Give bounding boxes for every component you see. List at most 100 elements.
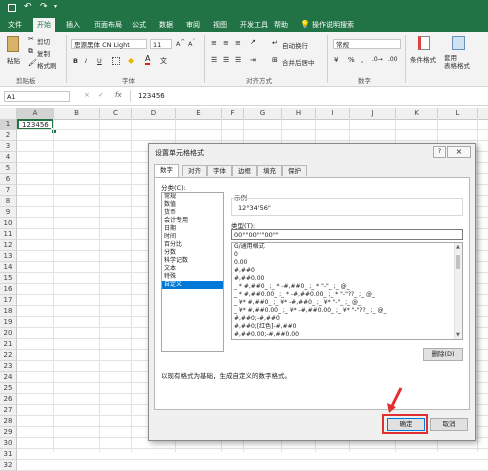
row-header-22[interactable]: 22 — [0, 350, 17, 361]
shrink-font-icon[interactable]: Aˇ — [188, 39, 195, 48]
currency-icon[interactable]: ¥ — [334, 56, 338, 64]
column-header-f[interactable]: F — [222, 108, 244, 119]
row-header-26[interactable]: 26 — [0, 394, 17, 405]
format-painter-button[interactable]: 格式刷 — [37, 60, 57, 70]
row-header-16[interactable]: 16 — [0, 284, 17, 295]
row-header-18[interactable]: 18 — [0, 306, 17, 317]
underline-button[interactable]: U — [97, 57, 102, 65]
delete-button[interactable]: 删除(D) — [423, 348, 463, 361]
column-header-e[interactable]: E — [176, 108, 222, 119]
redo-icon[interactable]: ↷ — [40, 2, 48, 12]
row-header-2[interactable]: 2 — [0, 130, 17, 141]
borders-icon[interactable] — [112, 57, 120, 65]
percent-icon[interactable]: % — [348, 56, 355, 64]
conditional-format-button[interactable]: 条件格式 — [410, 54, 436, 64]
format-item[interactable]: _ * #,##0.00_ ;_ * -#,##0.00_ ;_ * "-"??… — [232, 291, 462, 299]
category-item[interactable]: 百分比 — [162, 241, 223, 249]
row-header-30[interactable]: 30 — [0, 438, 17, 449]
tab-view[interactable]: 视图 — [209, 18, 231, 32]
row-header-5[interactable]: 5 — [0, 163, 17, 174]
close-button[interactable]: × — [447, 146, 471, 158]
row-header-31[interactable]: 31 — [0, 449, 17, 460]
column-header-k[interactable]: K — [396, 108, 438, 119]
customize-quick-access-icon[interactable]: ▾ — [54, 3, 57, 10]
name-box[interactable]: A1 — [4, 91, 70, 102]
undo-icon[interactable]: ↶ — [24, 2, 32, 12]
align-middle-icon[interactable]: ≡ — [223, 39, 229, 47]
tab-formulas[interactable]: 公式 — [128, 18, 150, 32]
grow-font-icon[interactable]: A^ — [176, 39, 185, 48]
tab-font[interactable]: 字体 — [207, 165, 232, 176]
row-header-23[interactable]: 23 — [0, 361, 17, 372]
scroll-thumb[interactable] — [456, 255, 460, 269]
category-item[interactable]: 特殊 — [162, 273, 223, 281]
tab-file[interactable]: 文件 — [4, 18, 26, 32]
tab-home[interactable]: 开始 — [33, 18, 55, 32]
help-button[interactable]: ? — [433, 146, 446, 158]
phonetic-icon[interactable]: 文 — [160, 56, 167, 66]
align-right-icon[interactable]: ☰ — [235, 56, 241, 64]
tab-fill[interactable]: 填充 — [257, 165, 282, 176]
insert-function-icon[interactable]: fx — [115, 91, 122, 99]
paste-button[interactable]: 粘贴 — [7, 55, 20, 65]
category-item[interactable]: 常规 — [162, 193, 223, 201]
format-as-table-button[interactable]: 套用 表格格式 — [444, 54, 470, 70]
row-header-3[interactable]: 3 — [0, 141, 17, 152]
scroll-up-icon[interactable]: ▲ — [456, 244, 460, 250]
tab-review[interactable]: 审阅 — [182, 18, 204, 32]
category-item[interactable]: 文本 — [162, 265, 223, 273]
italic-button[interactable]: I — [85, 57, 87, 65]
row-header-28[interactable]: 28 — [0, 416, 17, 427]
tab-developer[interactable]: 开发工具 — [236, 18, 272, 32]
row-header-27[interactable]: 27 — [0, 405, 17, 416]
paste-icon[interactable] — [7, 36, 19, 52]
type-input[interactable]: 00°"00"'"00"" — [231, 229, 463, 240]
format-item[interactable]: 0 — [232, 251, 462, 259]
row-header-25[interactable]: 25 — [0, 383, 17, 394]
cut-button[interactable]: 剪切 — [37, 36, 50, 46]
column-header-i[interactable]: I — [316, 108, 350, 119]
row-header-7[interactable]: 7 — [0, 185, 17, 196]
row-header-29[interactable]: 29 — [0, 427, 17, 438]
tab-insert[interactable]: 插入 — [62, 18, 84, 32]
row-header-9[interactable]: 9 — [0, 207, 17, 218]
category-item[interactable]: 日期 — [162, 225, 223, 233]
row-header-13[interactable]: 13 — [0, 251, 17, 262]
column-header-d[interactable]: D — [132, 108, 176, 119]
tell-me-search[interactable]: 操作说明搜索 — [308, 18, 358, 32]
align-bottom-icon[interactable]: ≡ — [235, 39, 241, 47]
select-all-corner[interactable] — [0, 108, 17, 119]
scroll-down-icon[interactable]: ▼ — [456, 332, 460, 338]
column-header-b[interactable]: B — [54, 108, 100, 119]
column-header-g[interactable]: G — [244, 108, 282, 119]
category-item[interactable]: 货币 — [162, 209, 223, 217]
tab-page-layout[interactable]: 页面布局 — [90, 18, 126, 32]
formula-input[interactable]: 123456 — [138, 92, 165, 100]
category-item[interactable]: 科学记数 — [162, 257, 223, 265]
tab-border[interactable]: 边框 — [232, 165, 257, 176]
align-center-icon[interactable]: ☰ — [223, 56, 229, 64]
category-item[interactable]: 数值 — [162, 201, 223, 209]
format-item[interactable]: _ ¥* #,##0_ ;_ ¥* -#,##0_ ;_ ¥* "-"_ ;_ … — [232, 299, 462, 307]
format-item[interactable]: G/通用格式 — [232, 243, 462, 251]
column-header-a[interactable]: A — [17, 108, 54, 119]
format-item[interactable]: 0.00 — [232, 259, 462, 267]
row-header-19[interactable]: 19 — [0, 317, 17, 328]
wrap-text-button[interactable]: 自动换行 — [282, 40, 308, 50]
row-header-4[interactable]: 4 — [0, 152, 17, 163]
row-header-1[interactable]: 1 — [0, 119, 17, 130]
row-header-14[interactable]: 14 — [0, 262, 17, 273]
row-header-6[interactable]: 6 — [0, 174, 17, 185]
orientation-icon[interactable]: ↗ — [250, 38, 256, 46]
format-list[interactable]: G/通用格式 0 0.00 #,##0 #,##0.00 _ * #,##0_ ;_ * … — [231, 242, 463, 340]
category-item[interactable]: 会计专用 — [162, 217, 223, 225]
format-item[interactable]: #,##0;[红色]-#,##0 — [232, 323, 462, 331]
column-header-l[interactable]: L — [438, 108, 478, 119]
font-name-select[interactable]: 思源黑体 CN Light — [71, 39, 147, 49]
category-item[interactable]: 时间 — [162, 233, 223, 241]
font-color-icon[interactable]: A — [145, 55, 151, 65]
number-format-select[interactable]: 常规 — [333, 39, 401, 49]
row-header-20[interactable]: 20 — [0, 328, 17, 339]
decrease-decimal-icon[interactable]: .00 — [388, 56, 398, 63]
copy-button[interactable]: 复制 — [37, 48, 50, 58]
